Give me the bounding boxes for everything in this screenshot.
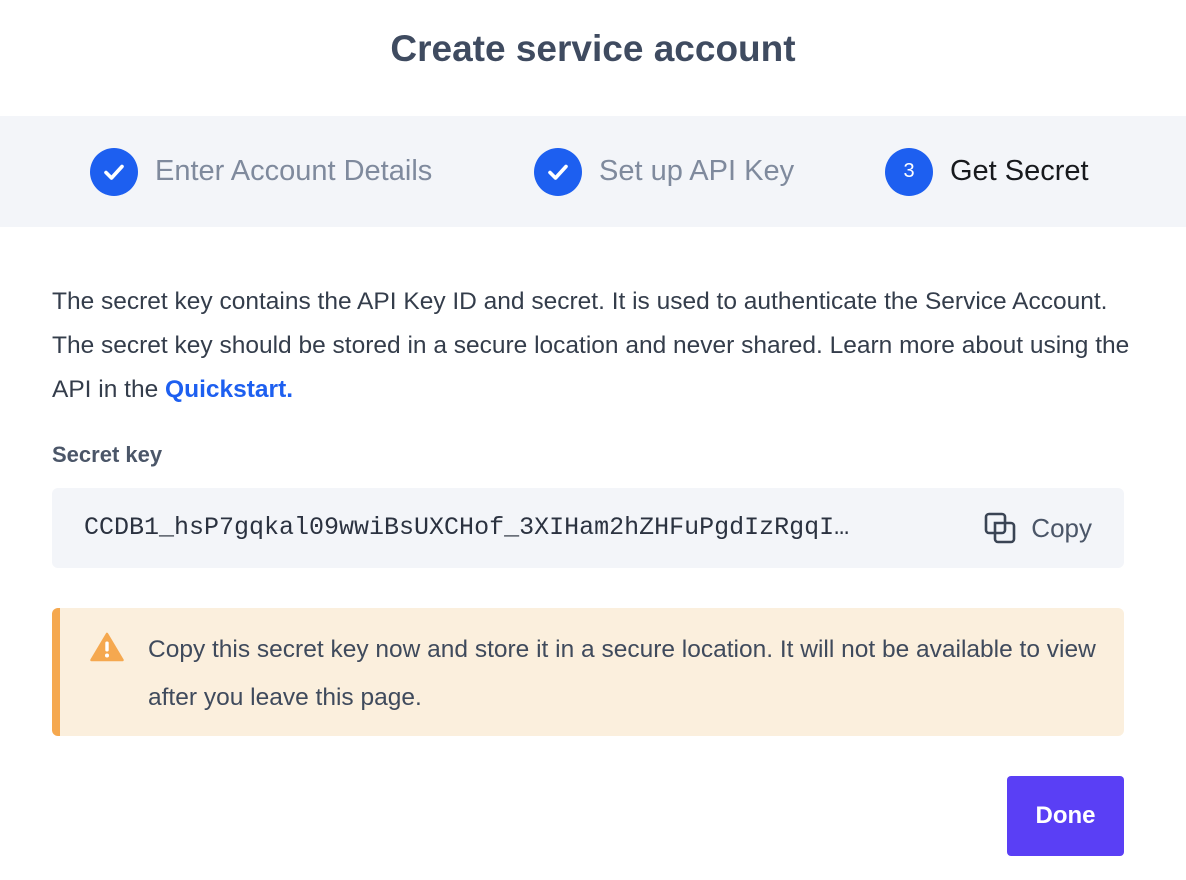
check-icon xyxy=(548,164,568,180)
warning-text: Copy this secret key now and store it in… xyxy=(148,636,1096,711)
step-number-badge: 3 xyxy=(885,147,933,196)
step-complete-badge xyxy=(534,147,582,196)
secret-key-description: The secret key contains the API Key ID a… xyxy=(52,280,1132,412)
dialog-title: Create service account xyxy=(390,28,796,69)
step-label: Enter Account Details xyxy=(155,155,433,187)
done-button[interactable]: Done xyxy=(1007,776,1124,856)
step-enter-account-details: Enter Account Details xyxy=(90,116,432,227)
step-set-up-api-key: Set up API Key xyxy=(534,116,794,227)
copy-button[interactable]: Copy xyxy=(983,510,1092,546)
step-get-secret: 3 Get Secret xyxy=(885,116,1089,227)
copy-button-label: Copy xyxy=(1031,512,1092,543)
step-number: 3 xyxy=(903,160,915,182)
step-label: Set up API Key xyxy=(599,155,795,187)
step-label: Get Secret xyxy=(950,155,1089,187)
warning-alert: Copy this secret key now and store it in… xyxy=(52,608,1124,736)
secret-key-label: Secret key xyxy=(52,442,163,467)
warning-icon xyxy=(90,632,124,662)
secret-key-field: CCDB1_hsP7gqkal09wwiBsUXCHof_3XIHam2hZHF… xyxy=(52,488,1124,568)
copy-icon xyxy=(984,512,1016,544)
stepper: Enter Account Details Set up API Key 3 G… xyxy=(0,116,1186,227)
quickstart-link[interactable]: Quickstart. xyxy=(165,376,293,403)
step-complete-badge xyxy=(90,147,138,196)
secret-key-value[interactable]: CCDB1_hsP7gqkal09wwiBsUXCHof_3XIHam2hZHF… xyxy=(84,513,944,542)
check-icon xyxy=(104,164,124,180)
